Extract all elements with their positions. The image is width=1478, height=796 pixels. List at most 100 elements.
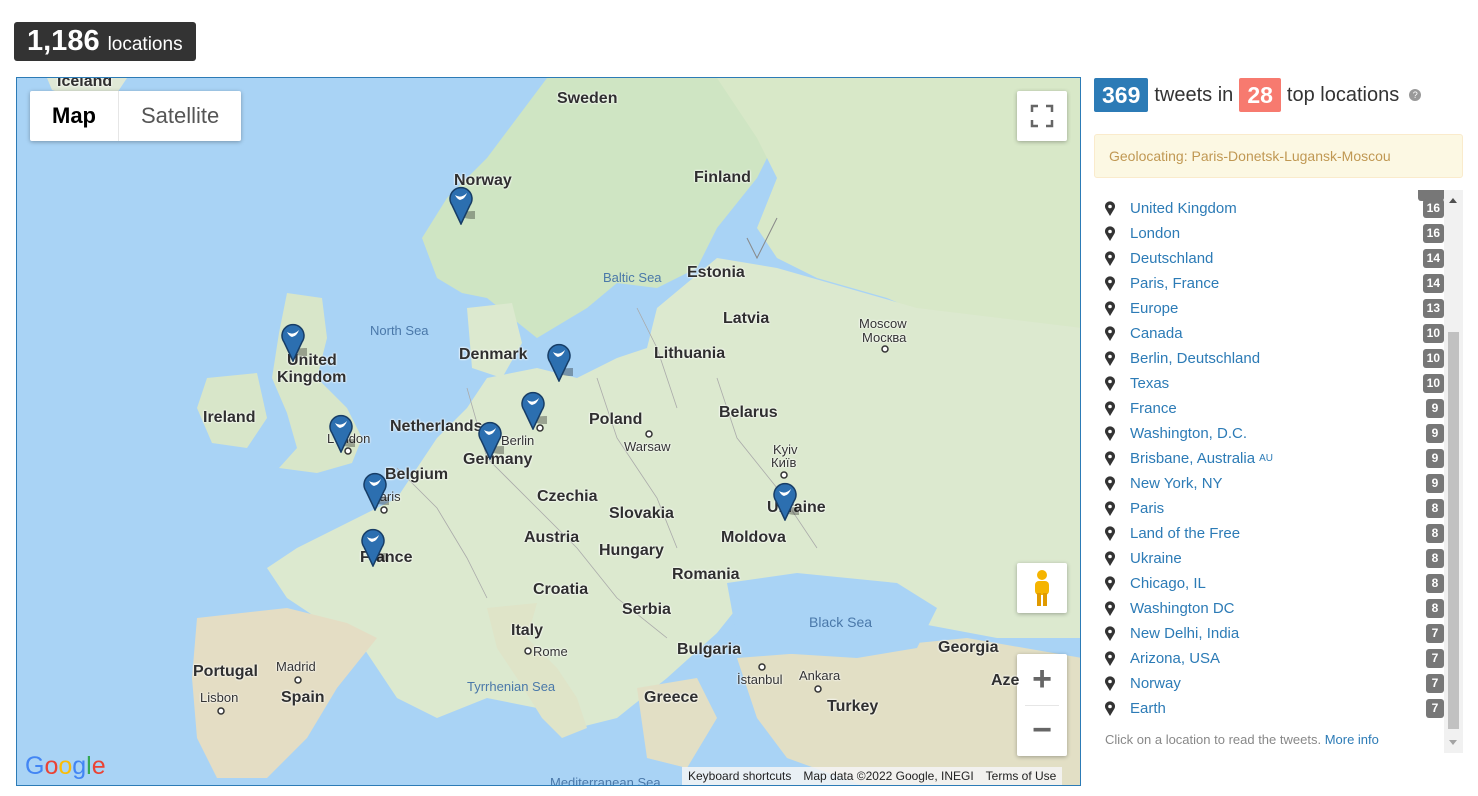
location-count-badge: 9 [1426, 399, 1444, 418]
location-link[interactable]: Washington, D.C. [1130, 425, 1247, 442]
tweet-pin-ukraine[interactable] [771, 479, 799, 521]
location-link[interactable]: Brisbane, Australia [1130, 450, 1255, 467]
country-code: AU [1259, 453, 1273, 464]
location-row[interactable]: Washington DC 8 [1094, 596, 1444, 621]
location-row[interactable]: Washington, D.C. 9 [1094, 421, 1444, 446]
tweet-pin-berlin[interactable] [519, 388, 547, 430]
top-locations-label: top locations [1286, 83, 1400, 106]
location-list-container[interactable]: United Kingdom 16 London 16 Deutschland 14 Par… [1094, 190, 1463, 753]
location-row[interactable]: New York, NY 9 [1094, 471, 1444, 496]
map-marker-icon [1105, 425, 1115, 441]
location-link[interactable]: Ukraine [1130, 550, 1182, 567]
scrollbar-thumb[interactable] [1448, 332, 1459, 729]
tweets-count-badge: 369 [1094, 78, 1149, 112]
help-icon[interactable]: ? [1409, 89, 1422, 101]
location-link[interactable]: London [1130, 225, 1180, 242]
list-scrollbar[interactable] [1444, 190, 1463, 753]
location-list: United Kingdom 16 London 16 Deutschland 14 Par… [1094, 190, 1444, 721]
map-marker-icon [1105, 650, 1115, 666]
location-row[interactable]: Ukraine 8 [1094, 546, 1444, 571]
location-link[interactable]: Paris, France [1130, 275, 1219, 292]
location-row[interactable]: Land of the Free 8 [1094, 521, 1444, 546]
location-link[interactable]: New Delhi, India [1130, 625, 1239, 642]
location-link[interactable]: Europe [1130, 300, 1178, 317]
location-count-badge: 8 [1426, 549, 1444, 568]
location-row[interactable]: Berlin, Deutschland 10 [1094, 346, 1444, 371]
location-link[interactable]: Norway [1130, 675, 1181, 692]
map-marker-icon [1105, 300, 1115, 316]
location-link[interactable]: Chicago, IL [1130, 575, 1206, 592]
location-count-badge: 10 [1422, 324, 1444, 343]
list-footer: Click on a location to read the tweets. … [1105, 732, 1379, 747]
location-link[interactable]: Berlin, Deutschland [1130, 350, 1260, 367]
location-row[interactable]: Norway 7 [1094, 671, 1444, 696]
tweet-pin-united-kingdom[interactable] [279, 320, 307, 362]
location-link[interactable]: Canada [1130, 325, 1183, 342]
location-row[interactable]: Deutschland 14 [1094, 246, 1444, 271]
map-marker-icon [1105, 250, 1115, 266]
map-marker-icon [1105, 200, 1115, 216]
tweets-label: tweets in [1154, 83, 1234, 106]
tweet-pin-paris[interactable] [361, 469, 389, 511]
location-count-badge: 13 [1422, 299, 1444, 318]
tweet-pin-baltic[interactable] [545, 340, 573, 382]
map-marker-icon [1105, 375, 1115, 391]
map-marker-icon [1105, 550, 1115, 566]
location-row[interactable]: Earth 7 [1094, 696, 1444, 721]
location-count-badge: 7 [1426, 674, 1444, 693]
location-count-badge: 8 [1426, 499, 1444, 518]
location-link[interactable]: Earth [1130, 700, 1166, 717]
location-link[interactable]: Texas [1130, 375, 1169, 392]
location-count-badge: 7 [1426, 649, 1444, 668]
map-marker-icon [1105, 675, 1115, 691]
location-count-badge: 9 [1426, 474, 1444, 493]
location-count-badge: 9 [1426, 424, 1444, 443]
map-marker-icon [1105, 600, 1115, 616]
location-row[interactable]: Paris 8 [1094, 496, 1444, 521]
map-marker-icon [1105, 500, 1115, 516]
map[interactable]: Map Satellite + − Google Keyboard shortc… [16, 77, 1081, 786]
map-marker-icon [1105, 325, 1115, 341]
location-link[interactable]: Paris [1130, 500, 1164, 517]
location-count-badge: 7 [1426, 699, 1444, 718]
location-link[interactable]: Arizona, USA [1130, 650, 1220, 667]
tweet-pin-germany[interactable] [476, 418, 504, 460]
tweet-pin-france[interactable] [359, 525, 387, 567]
location-row[interactable]: New Delhi, India 7 [1094, 621, 1444, 646]
scroll-up-arrow-icon[interactable] [1449, 198, 1457, 203]
location-link[interactable]: Deutschland [1130, 250, 1213, 267]
footer-text: Click on a location to read the tweets. [1105, 732, 1322, 747]
location-row[interactable]: London 16 [1094, 221, 1444, 246]
tweet-pin-london[interactable] [327, 411, 355, 453]
city-dots [217, 345, 889, 715]
map-marker-icon [1105, 450, 1115, 466]
location-row[interactable]: Canada 10 [1094, 321, 1444, 346]
location-link[interactable]: Washington DC [1130, 600, 1235, 617]
location-row[interactable]: Europe 13 [1094, 296, 1444, 321]
tweet-pin-norway[interactable] [447, 183, 475, 225]
location-link[interactable]: Land of the Free [1130, 525, 1240, 542]
location-row[interactable]: Brisbane, Australia AU 9 [1094, 446, 1444, 471]
map-marker-icon [1105, 700, 1115, 716]
location-link[interactable]: France [1130, 400, 1177, 417]
location-row[interactable]: Arizona, USA 7 [1094, 646, 1444, 671]
location-link[interactable]: United Kingdom [1130, 200, 1237, 217]
location-count-badge: 8 [1426, 524, 1444, 543]
location-row[interactable]: Texas 10 [1094, 371, 1444, 396]
location-count-badge: 1,186 locations [14, 22, 196, 61]
tweet-stats: 369 tweets in 28 top locations ? [1094, 78, 1464, 112]
more-info-link[interactable]: More info [1325, 732, 1379, 747]
scroll-down-arrow-icon[interactable] [1449, 740, 1457, 745]
location-count-badge: 14 [1422, 249, 1444, 268]
map-marker-icon [1105, 225, 1115, 241]
map-marker-icon [1105, 575, 1115, 591]
location-count-badge: 14 [1422, 274, 1444, 293]
location-count-badge: 8 [1426, 574, 1444, 593]
location-row[interactable]: Chicago, IL 8 [1094, 571, 1444, 596]
location-link[interactable]: New York, NY [1130, 475, 1223, 492]
location-row[interactable]: France 9 [1094, 396, 1444, 421]
location-row[interactable]: United Kingdom 16 [1094, 196, 1444, 221]
location-row[interactable]: Paris, France 14 [1094, 271, 1444, 296]
location-count-label: locations [107, 34, 183, 55]
location-count-badge: 16 [1422, 199, 1444, 218]
